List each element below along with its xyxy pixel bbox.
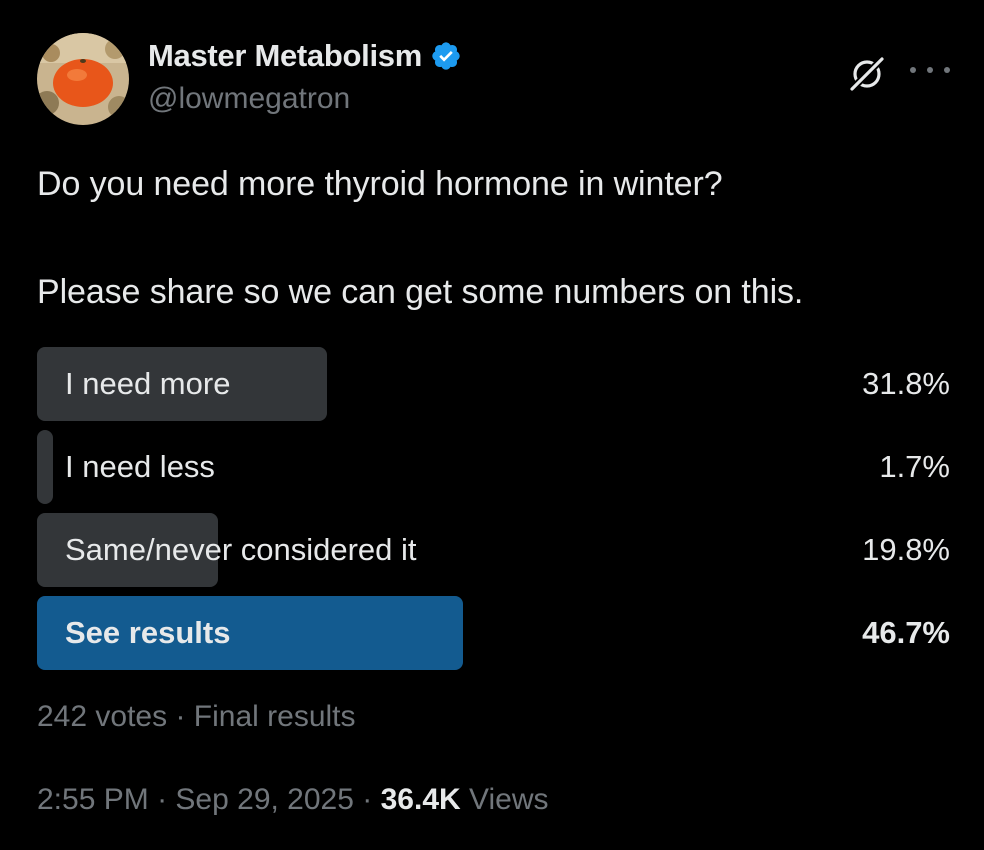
more-dot-icon [944,67,950,73]
poll-option-label: Same/never considered it [65,532,417,567]
verified-badge-icon[interactable] [430,40,462,72]
post-meta: 2:55 PM · Sep 29, 2025 · 36.4K Views [37,783,549,817]
poll-option-label: I need more [65,366,231,401]
poll-option-3[interactable]: Same/never considered it 19.8% [37,513,950,587]
poll-option-2[interactable]: I need less 1.7% [37,430,950,504]
grok-icon[interactable] [846,53,888,95]
post-time[interactable]: 2:55 PM [37,783,149,816]
poll-status: Final results [193,700,356,733]
avatar[interactable] [37,33,129,125]
poll-option-4[interactable]: See results 46.7% [37,596,950,670]
tweet: Master Metabolism @lowmegatron Do you ne… [0,0,984,850]
views-label: Views [469,783,549,816]
author-handle[interactable]: @lowmegatron [148,82,350,116]
poll-option-percent: 19.8% [862,532,950,567]
more-dot-icon [927,67,933,73]
poll-option-1[interactable]: I need more 31.8% [37,347,950,421]
orange-fruit-avatar-icon [37,33,129,125]
poll-option-percent: 31.8% [862,366,950,401]
separator: · [362,783,373,816]
poll-votes: 242 votes [37,700,168,733]
post-date[interactable]: Sep 29, 2025 [175,783,354,816]
poll-option-percent: 1.7% [879,449,950,484]
more-options-icon[interactable] [910,62,950,78]
views-count: 36.4K [380,783,461,816]
author-name-row: Master Metabolism [148,36,462,76]
poll-footer: 242 votes · Final results [37,700,356,734]
separator: · [157,783,168,816]
post-text-line-1: Do you need more thyroid hormone in wint… [37,165,723,203]
poll-option-label: I need less [65,449,215,484]
poll-bar [37,430,53,504]
post-text-line-2: Please share so we can get some numbers … [37,273,804,311]
more-dot-icon [910,67,916,73]
separator: · [175,700,186,733]
poll-option-percent: 46.7% [862,615,950,650]
display-name[interactable]: Master Metabolism [148,38,422,74]
poll-option-label: See results [65,615,231,650]
